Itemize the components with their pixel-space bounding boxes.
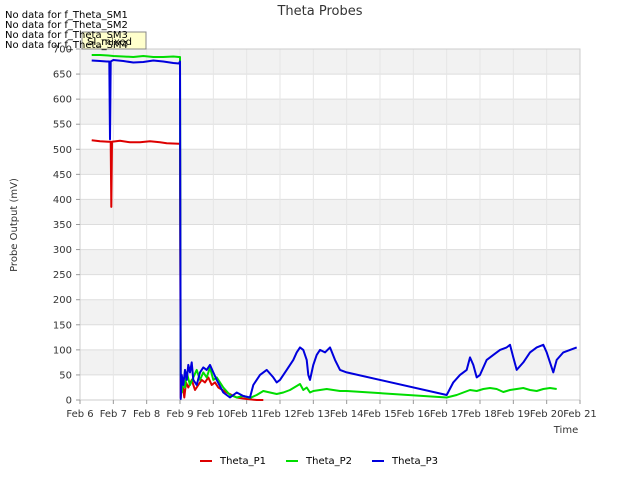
grid-band	[80, 349, 580, 375]
y-tick-label: 100	[53, 345, 72, 356]
legend-label: Theta_P3	[391, 456, 438, 467]
y-tick-label: 150	[53, 320, 72, 331]
legend: Theta_P1 Theta_P2 Theta_P3	[200, 456, 438, 467]
grid-band	[80, 299, 580, 325]
y-tick-label: 250	[53, 270, 72, 281]
y-tick-label: 50	[59, 370, 72, 381]
x-tick-label: Feb 10	[197, 409, 231, 420]
x-tick-label: Feb 17	[430, 409, 464, 420]
theta-probes-chart: 0501001502002503003504004505005506006507…	[5, 4, 597, 467]
grid-band	[80, 224, 580, 250]
grid-band	[80, 149, 580, 175]
y-tick-label: 550	[53, 120, 72, 131]
y-axis-label: Probe Output (mV)	[9, 178, 20, 272]
x-tick-label: Feb 6	[66, 409, 93, 420]
grid-band	[80, 374, 580, 400]
x-tick-label: Feb 21	[563, 409, 597, 420]
x-tick-label: Feb 20	[530, 409, 564, 420]
y-tick-label: 200	[53, 295, 72, 306]
legend-item: Theta_P1	[200, 456, 266, 467]
x-tick-label: Feb 18	[463, 409, 497, 420]
x-tick-label: Feb 7	[100, 409, 127, 420]
legend-item: Theta_P3	[372, 456, 438, 467]
x-tick-label: Feb 19	[497, 409, 531, 420]
grid-band	[80, 124, 580, 150]
y-tick-label: 350	[53, 220, 72, 231]
grid-band	[80, 74, 580, 100]
x-tick-label: Feb 13	[297, 409, 331, 420]
grid-band	[80, 249, 580, 275]
y-tick-label: 500	[53, 145, 72, 156]
x-tick-label: Feb 8	[133, 409, 160, 420]
grid-band	[80, 99, 580, 125]
legend-label: Theta_P1	[219, 456, 266, 467]
grid-band	[80, 274, 580, 300]
no-data-note: No data for f_Theta_SM4	[5, 40, 128, 51]
y-axis-ticks: 0501001502002503003504004505005506006507…	[53, 45, 80, 407]
x-axis-label: Time	[553, 425, 578, 436]
grid-band	[80, 174, 580, 200]
grid-band	[80, 324, 580, 350]
legend-item: Theta_P2	[286, 456, 352, 467]
y-tick-label: 400	[53, 195, 72, 206]
y-tick-label: 650	[53, 70, 72, 81]
no-data-notes: No data for f_Theta_SM1 No data for f_Th…	[5, 10, 128, 51]
y-tick-label: 300	[53, 245, 72, 256]
grid-band	[80, 199, 580, 225]
legend-label: Theta_P2	[305, 456, 352, 467]
x-tick-label: Feb 15	[363, 409, 397, 420]
x-tick-label: Feb 9	[166, 409, 193, 420]
x-axis-ticks: Feb 6 Feb 7 Feb 8 Feb 9 Feb 10 Feb 11 Feb 12 Fe…	[66, 400, 597, 420]
y-tick-label: 450	[53, 170, 72, 181]
x-tick-label: Feb 14	[330, 409, 364, 420]
x-tick-label: Feb 16	[397, 409, 431, 420]
x-tick-label: Feb 11	[230, 409, 264, 420]
x-tick-label: Feb 12	[263, 409, 297, 420]
chart-title: Theta Probes	[276, 4, 362, 19]
y-tick-label: 600	[53, 95, 72, 106]
y-tick-label: 0	[66, 396, 72, 407]
